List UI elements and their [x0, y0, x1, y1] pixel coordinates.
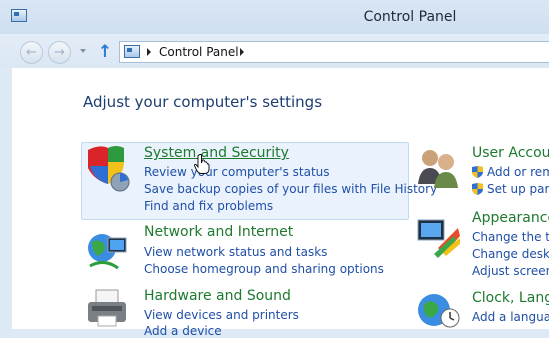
network-globe-icon [88, 234, 127, 270]
link-network-status[interactable]: View network status and tasks [144, 245, 327, 259]
breadcrumb-chevron-icon[interactable] [147, 48, 151, 56]
link-adjust-resolution[interactable]: Adjust screen r [472, 264, 549, 278]
link-change-desktop[interactable]: Change desktop [472, 247, 549, 261]
link-parental-controls[interactable]: Set up pare [487, 182, 549, 196]
hand-cursor-icon [194, 154, 210, 174]
page-heading: Adjust your computer's settings [83, 93, 323, 111]
printer-icon [88, 289, 126, 327]
link-file-history[interactable]: Save backup copies of your files with Fi… [144, 182, 437, 196]
breadcrumb-chevron-icon[interactable] [240, 48, 244, 56]
uac-shield-icon [472, 183, 483, 195]
users-icon [418, 150, 458, 188]
control-panel-icon [124, 45, 140, 58]
breadcrumb-control-panel[interactable]: Control Panel [159, 45, 239, 59]
up-arrow-icon: ↑ [97, 42, 113, 62]
link-homegroup[interactable]: Choose homegroup and sharing options [144, 262, 384, 276]
link-add-device[interactable]: Add a device [144, 324, 222, 338]
back-icon: ← [26, 45, 37, 60]
category-hardware-and-sound[interactable]: Hardware and Sound [144, 288, 291, 304]
link-devices-printers[interactable]: View devices and printers [144, 308, 299, 322]
content-pane: Adjust your computer's settings System a… [12, 68, 549, 338]
link-find-fix-problems[interactable]: Find and fix problems [144, 199, 273, 213]
forward-icon: → [54, 45, 65, 60]
category-user-accounts[interactable]: User Accou [472, 145, 549, 161]
link-add-language[interactable]: Add a language [472, 310, 549, 324]
uac-shield-icon [472, 166, 483, 178]
link-change-theme[interactable]: Change the t [472, 230, 549, 244]
recent-locations-dropdown[interactable] [80, 49, 86, 53]
window-title: Control Panel [363, 9, 457, 25]
clock-globe-icon [418, 294, 460, 328]
category-network-and-internet[interactable]: Network and Internet [144, 224, 293, 240]
address-bar[interactable]: Control Panel [119, 41, 549, 63]
security-shield-icon [88, 146, 130, 192]
forward-button[interactable]: → [48, 41, 71, 64]
up-button[interactable]: ↑ [96, 42, 114, 62]
category-clock-language[interactable]: Clock, Lang [472, 290, 549, 306]
link-review-status[interactable]: Review your computer's status [144, 165, 330, 179]
link-add-remove-accounts[interactable]: Add or rem [487, 165, 549, 179]
category-appearance[interactable]: Appearance [472, 210, 549, 226]
navigation-bar: ← → ↑ Control Panel [0, 34, 549, 68]
control-panel-icon[interactable] [11, 9, 27, 22]
title-bar: Control Panel [0, 0, 549, 34]
category-system-and-security[interactable]: System and Security [144, 145, 289, 161]
appearance-monitor-icon [417, 219, 460, 258]
back-button[interactable]: ← [20, 41, 43, 64]
